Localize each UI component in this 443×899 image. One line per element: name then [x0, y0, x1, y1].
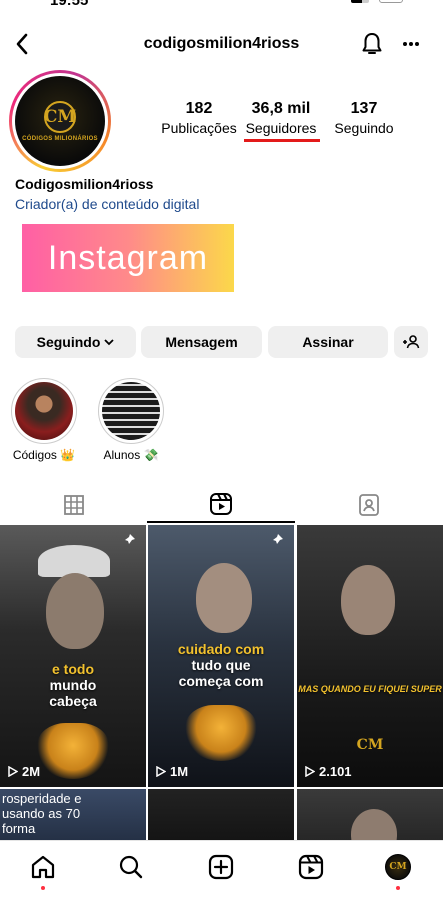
highlight-alunos[interactable]: Alunos 💸	[98, 378, 164, 462]
bottom-navigation: CM	[0, 840, 443, 899]
avatar-image: CM CÓDIGOS MILIONÁRIOS	[15, 76, 105, 166]
tab-reels[interactable]	[147, 487, 295, 523]
play-icon	[8, 766, 18, 777]
status-time: 19:55	[50, 0, 89, 9]
followers-count: 36,8 mil	[251, 100, 311, 117]
more-options-button[interactable]	[398, 30, 424, 58]
reel-item[interactable]: cuidado com tudo que começa com 1M	[148, 525, 294, 787]
play-icon	[305, 766, 315, 777]
posts-stat[interactable]: 182 Publicações	[160, 100, 238, 136]
reel-item[interactable]: MAS QUANDO EU FIQUEI SUPER CM 2.101	[297, 525, 443, 787]
chevron-down-icon	[104, 338, 115, 345]
battery-icon	[379, 0, 403, 3]
signal-icon	[351, 0, 369, 3]
nav-home[interactable]	[29, 853, 57, 881]
highlight-label: Códigos 👑	[12, 448, 76, 462]
cm-logo: CM	[356, 737, 384, 753]
highlight-codigos[interactable]: Códigos 👑	[11, 378, 77, 462]
highlight-cover	[15, 382, 73, 440]
tab-posts[interactable]	[0, 487, 148, 523]
lion-logo	[37, 723, 109, 779]
play-icon	[156, 766, 166, 777]
reel-caption: tudo que começa com	[178, 657, 264, 689]
home-notification-dot	[41, 886, 45, 890]
profile-category[interactable]: Criador(a) de conteúdo digital	[15, 196, 199, 212]
subscribe-button[interactable]: Assinar	[268, 326, 388, 358]
nav-profile[interactable]: CM	[384, 853, 412, 881]
add-user-icon	[403, 335, 420, 349]
pin-icon	[124, 534, 135, 545]
profile-notification-dot	[396, 886, 400, 890]
following-count: 137	[350, 100, 378, 117]
message-button-label: Mensagem	[165, 334, 238, 350]
reel-item[interactable]: e todo mundo cabeça 2M	[0, 525, 146, 787]
posts-label: Publicações	[161, 120, 237, 136]
reel-caption: rosperidade e usando as 70 forma	[2, 791, 82, 836]
pin-icon	[272, 534, 283, 545]
profile-display-name: Codigosmilion4rioss	[15, 176, 154, 192]
bio-banner-image: Instagram	[22, 224, 234, 292]
message-button[interactable]: Mensagem	[141, 326, 262, 358]
search-icon	[119, 855, 143, 879]
status-bar: 19:55	[0, 0, 443, 20]
avatar-monogram: CM	[44, 100, 76, 133]
following-stat[interactable]: 137 Seguindo	[328, 100, 400, 136]
view-count: 2.101	[305, 764, 352, 779]
status-icons	[351, 0, 403, 3]
view-count: 2M	[8, 764, 40, 779]
following-button[interactable]: Seguindo	[15, 326, 136, 358]
tab-tagged[interactable]	[295, 487, 443, 523]
reels-icon	[210, 493, 232, 515]
avatar: CM	[385, 854, 411, 880]
following-label: Seguindo	[334, 120, 394, 136]
home-icon	[31, 855, 55, 879]
reel-caption-highlight: e todo	[52, 661, 94, 677]
suggested-users-button[interactable]	[394, 326, 428, 358]
tagged-icon	[359, 494, 379, 516]
view-count: 1M	[156, 764, 188, 779]
grid-icon	[64, 495, 84, 515]
reels-icon	[298, 854, 324, 880]
subscribe-button-label: Assinar	[302, 334, 354, 350]
followers-stat[interactable]: 36,8 mil Seguidores	[241, 100, 321, 136]
reel-caption-highlight: cuidado com	[177, 641, 265, 657]
reel-caption-highlight: MAS QUANDO EU FIQUEI SUPER	[298, 684, 442, 694]
followers-underline	[244, 139, 320, 142]
avatar-brand: CÓDIGOS MILIONÁRIOS	[22, 135, 98, 142]
profile-avatar[interactable]: CM CÓDIGOS MILIONÁRIOS	[9, 70, 111, 172]
highlight-label: Alunos 💸	[103, 448, 159, 462]
posts-count: 182	[185, 100, 213, 117]
lion-logo	[185, 705, 257, 761]
more-icon	[403, 42, 419, 46]
top-bar: codigosmilion4rioss	[0, 28, 443, 60]
nav-create[interactable]	[207, 853, 235, 881]
create-icon	[208, 854, 234, 880]
notifications-button[interactable]	[358, 30, 386, 58]
highlight-cover	[102, 382, 160, 440]
followers-label: Seguidores	[245, 120, 317, 136]
reel-caption: mundo cabeça	[49, 677, 97, 709]
nav-search[interactable]	[117, 853, 145, 881]
profile-tabs	[0, 487, 443, 523]
bell-icon	[362, 33, 382, 54]
nav-reels[interactable]	[297, 853, 325, 881]
banner-text: Instagram	[47, 238, 209, 277]
following-button-label: Seguindo	[36, 334, 101, 350]
